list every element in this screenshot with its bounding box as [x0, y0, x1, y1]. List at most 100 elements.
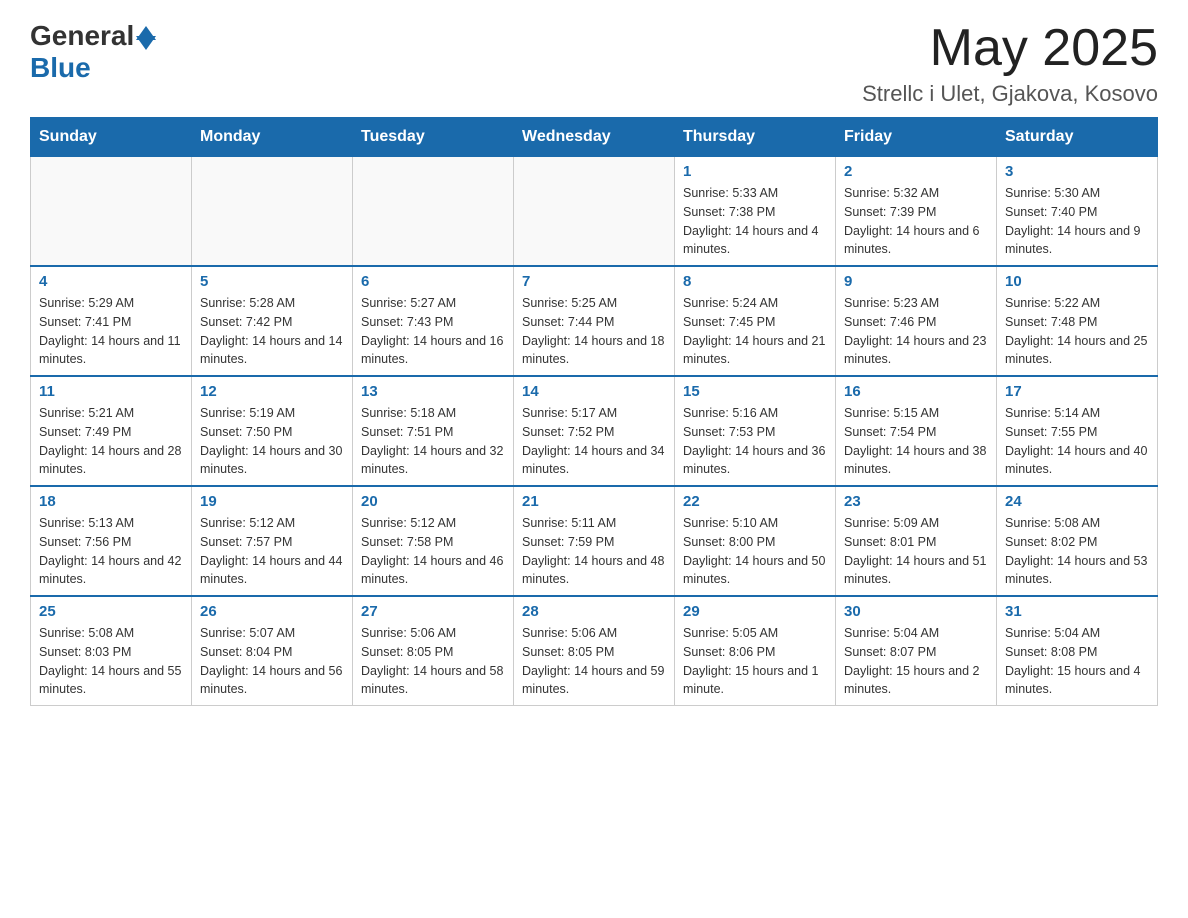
- day-number: 1: [683, 163, 827, 180]
- calendar-header-friday: Friday: [836, 118, 997, 157]
- day-number: 30: [844, 603, 988, 620]
- day-number: 26: [200, 603, 344, 620]
- logo: General Blue: [30, 20, 156, 84]
- calendar-cell: [192, 157, 353, 267]
- calendar-header-row: SundayMondayTuesdayWednesdayThursdayFrid…: [31, 118, 1158, 157]
- day-info: Sunrise: 5:12 AM Sunset: 7:58 PM Dayligh…: [361, 514, 505, 589]
- day-number: 24: [1005, 493, 1149, 510]
- day-number: 19: [200, 493, 344, 510]
- day-number: 25: [39, 603, 183, 620]
- day-number: 20: [361, 493, 505, 510]
- day-info: Sunrise: 5:14 AM Sunset: 7:55 PM Dayligh…: [1005, 404, 1149, 479]
- calendar-cell: 16 Sunrise: 5:15 AM Sunset: 7:54 PM Dayli…: [836, 376, 997, 486]
- day-number: 10: [1005, 273, 1149, 290]
- day-number: 9: [844, 273, 988, 290]
- calendar-header-wednesday: Wednesday: [514, 118, 675, 157]
- calendar-cell: 17 Sunrise: 5:14 AM Sunset: 7:55 PM Dayli…: [997, 376, 1158, 486]
- calendar-cell: [514, 157, 675, 267]
- day-info: Sunrise: 5:10 AM Sunset: 8:00 PM Dayligh…: [683, 514, 827, 589]
- calendar-cell: 26 Sunrise: 5:07 AM Sunset: 8:04 PM Dayli…: [192, 596, 353, 706]
- day-info: Sunrise: 5:29 AM Sunset: 7:41 PM Dayligh…: [39, 294, 183, 369]
- location-title: Strellc i Ulet, Gjakova, Kosovo: [862, 81, 1158, 107]
- day-number: 17: [1005, 383, 1149, 400]
- calendar-table: SundayMondayTuesdayWednesdayThursdayFrid…: [30, 117, 1158, 706]
- day-info: Sunrise: 5:07 AM Sunset: 8:04 PM Dayligh…: [200, 624, 344, 699]
- day-info: Sunrise: 5:16 AM Sunset: 7:53 PM Dayligh…: [683, 404, 827, 479]
- calendar-cell: 19 Sunrise: 5:12 AM Sunset: 7:57 PM Dayli…: [192, 486, 353, 596]
- calendar-cell: 24 Sunrise: 5:08 AM Sunset: 8:02 PM Dayli…: [997, 486, 1158, 596]
- day-info: Sunrise: 5:21 AM Sunset: 7:49 PM Dayligh…: [39, 404, 183, 479]
- calendar-cell: 15Sunrise: 5:16 AM Sunset: 7:53 PM Dayli…: [675, 376, 836, 486]
- calendar-cell: 22 Sunrise: 5:10 AM Sunset: 8:00 PM Dayli…: [675, 486, 836, 596]
- calendar-header-monday: Monday: [192, 118, 353, 157]
- calendar-week-row: 18 Sunrise: 5:13 AM Sunset: 7:56 PM Dayli…: [31, 486, 1158, 596]
- calendar-cell: 21 Sunrise: 5:11 AM Sunset: 7:59 PM Dayli…: [514, 486, 675, 596]
- calendar-week-row: 25 Sunrise: 5:08 AM Sunset: 8:03 PM Dayli…: [31, 596, 1158, 706]
- calendar-cell: 31 Sunrise: 5:04 AM Sunset: 8:08 PM Dayli…: [997, 596, 1158, 706]
- day-info: Sunrise: 5:33 AM Sunset: 7:38 PM Dayligh…: [683, 184, 827, 259]
- calendar-cell: 20 Sunrise: 5:12 AM Sunset: 7:58 PM Dayli…: [353, 486, 514, 596]
- day-info: Sunrise: 5:09 AM Sunset: 8:01 PM Dayligh…: [844, 514, 988, 589]
- day-number: 5: [200, 273, 344, 290]
- day-number: 6: [361, 273, 505, 290]
- calendar-cell: 2Sunrise: 5:32 AM Sunset: 7:39 PM Daylig…: [836, 157, 997, 267]
- calendar-cell: 9 Sunrise: 5:23 AM Sunset: 7:46 PM Daylig…: [836, 266, 997, 376]
- calendar-header-sunday: Sunday: [31, 118, 192, 157]
- day-info: Sunrise: 5:25 AM Sunset: 7:44 PM Dayligh…: [522, 294, 666, 369]
- day-number: 13: [361, 383, 505, 400]
- calendar-cell: 3 Sunrise: 5:30 AM Sunset: 7:40 PM Daylig…: [997, 157, 1158, 267]
- day-number: 16: [844, 383, 988, 400]
- day-info: Sunrise: 5:11 AM Sunset: 7:59 PM Dayligh…: [522, 514, 666, 589]
- calendar-week-row: 4 Sunrise: 5:29 AM Sunset: 7:41 PM Daylig…: [31, 266, 1158, 376]
- calendar-cell: 12Sunrise: 5:19 AM Sunset: 7:50 PM Dayli…: [192, 376, 353, 486]
- calendar-cell: 1 Sunrise: 5:33 AM Sunset: 7:38 PM Daylig…: [675, 157, 836, 267]
- day-number: 22: [683, 493, 827, 510]
- day-info: Sunrise: 5:06 AM Sunset: 8:05 PM Dayligh…: [361, 624, 505, 699]
- day-info: Sunrise: 5:18 AM Sunset: 7:51 PM Dayligh…: [361, 404, 505, 479]
- day-info: Sunrise: 5:17 AM Sunset: 7:52 PM Dayligh…: [522, 404, 666, 479]
- calendar-cell: 11Sunrise: 5:21 AM Sunset: 7:49 PM Dayli…: [31, 376, 192, 486]
- day-number: 2: [844, 163, 988, 180]
- day-info: Sunrise: 5:12 AM Sunset: 7:57 PM Dayligh…: [200, 514, 344, 589]
- calendar-cell: 7 Sunrise: 5:25 AM Sunset: 7:44 PM Daylig…: [514, 266, 675, 376]
- day-info: Sunrise: 5:22 AM Sunset: 7:48 PM Dayligh…: [1005, 294, 1149, 369]
- calendar-cell: 27 Sunrise: 5:06 AM Sunset: 8:05 PM Dayli…: [353, 596, 514, 706]
- day-number: 29: [683, 603, 827, 620]
- day-number: 14: [522, 383, 666, 400]
- calendar-cell: 28 Sunrise: 5:06 AM Sunset: 8:05 PM Dayli…: [514, 596, 675, 706]
- logo-general-text: General: [30, 20, 134, 52]
- day-number: 23: [844, 493, 988, 510]
- calendar-cell: 4 Sunrise: 5:29 AM Sunset: 7:41 PM Daylig…: [31, 266, 192, 376]
- day-number: 28: [522, 603, 666, 620]
- page-header: General Blue May 2025 Strellc i Ulet, Gj…: [30, 20, 1158, 107]
- day-info: Sunrise: 5:08 AM Sunset: 8:02 PM Dayligh…: [1005, 514, 1149, 589]
- day-number: 21: [522, 493, 666, 510]
- calendar-cell: 14 Sunrise: 5:17 AM Sunset: 7:52 PM Dayli…: [514, 376, 675, 486]
- day-info: Sunrise: 5:05 AM Sunset: 8:06 PM Dayligh…: [683, 624, 827, 699]
- day-number: 3: [1005, 163, 1149, 180]
- calendar-cell: 25 Sunrise: 5:08 AM Sunset: 8:03 PM Dayli…: [31, 596, 192, 706]
- calendar-cell: 30Sunrise: 5:04 AM Sunset: 8:07 PM Dayli…: [836, 596, 997, 706]
- day-info: Sunrise: 5:06 AM Sunset: 8:05 PM Dayligh…: [522, 624, 666, 699]
- day-number: 27: [361, 603, 505, 620]
- day-info: Sunrise: 5:30 AM Sunset: 7:40 PM Dayligh…: [1005, 184, 1149, 259]
- day-number: 31: [1005, 603, 1149, 620]
- day-info: Sunrise: 5:04 AM Sunset: 8:08 PM Dayligh…: [1005, 624, 1149, 699]
- day-number: 18: [39, 493, 183, 510]
- day-info: Sunrise: 5:08 AM Sunset: 8:03 PM Dayligh…: [39, 624, 183, 699]
- day-info: Sunrise: 5:28 AM Sunset: 7:42 PM Dayligh…: [200, 294, 344, 369]
- day-info: Sunrise: 5:15 AM Sunset: 7:54 PM Dayligh…: [844, 404, 988, 479]
- day-info: Sunrise: 5:13 AM Sunset: 7:56 PM Dayligh…: [39, 514, 183, 589]
- month-title: May 2025: [862, 20, 1158, 77]
- calendar-cell: 10 Sunrise: 5:22 AM Sunset: 7:48 PM Dayli…: [997, 266, 1158, 376]
- calendar-cell: 6 Sunrise: 5:27 AM Sunset: 7:43 PM Daylig…: [353, 266, 514, 376]
- calendar-week-row: 1 Sunrise: 5:33 AM Sunset: 7:38 PM Daylig…: [31, 157, 1158, 267]
- calendar-cell: 8Sunrise: 5:24 AM Sunset: 7:45 PM Daylig…: [675, 266, 836, 376]
- day-info: Sunrise: 5:27 AM Sunset: 7:43 PM Dayligh…: [361, 294, 505, 369]
- calendar-cell: [31, 157, 192, 267]
- calendar-header-tuesday: Tuesday: [353, 118, 514, 157]
- day-number: 7: [522, 273, 666, 290]
- calendar-cell: 13 Sunrise: 5:18 AM Sunset: 7:51 PM Dayli…: [353, 376, 514, 486]
- day-number: 4: [39, 273, 183, 290]
- day-info: Sunrise: 5:23 AM Sunset: 7:46 PM Dayligh…: [844, 294, 988, 369]
